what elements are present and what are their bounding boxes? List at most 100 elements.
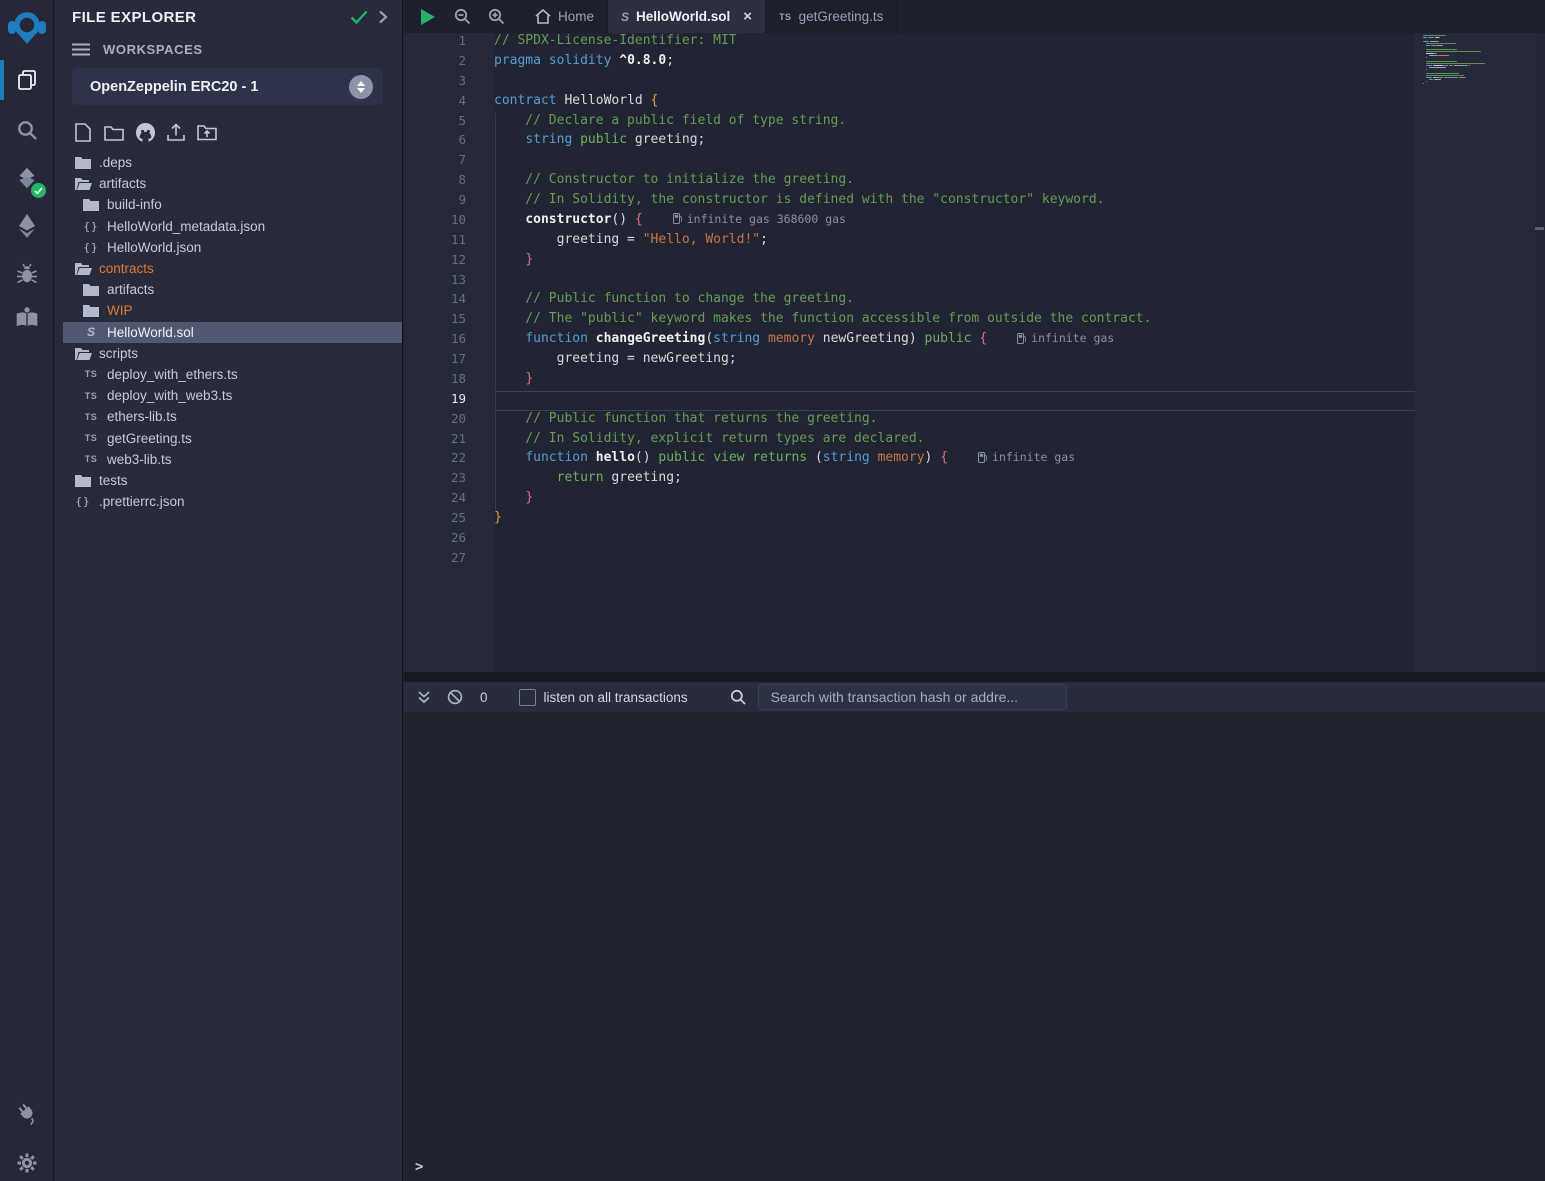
tree-item-HelloWorld.sol[interactable]: SHelloWorld.sol [63, 322, 402, 343]
hamburger-icon[interactable] [72, 43, 90, 56]
tree-item-label: getGreeting.ts [107, 431, 192, 446]
code-line-3 [494, 73, 1415, 93]
collapse-chevrons-icon [417, 690, 431, 704]
tree-item-HelloWorld.json[interactable]: {}HelloWorld.json [63, 237, 402, 258]
clone-git-button[interactable] [134, 121, 156, 143]
listen-transactions-label: listen on all transactions [544, 690, 688, 705]
tree-item-label: web3-lib.ts [107, 452, 172, 467]
tree-item-scripts[interactable]: scripts [63, 343, 402, 364]
tree-item-tests[interactable]: tests [63, 470, 402, 491]
sidebar-item-learneth[interactable] [0, 296, 54, 340]
upload-folder-button[interactable] [196, 121, 218, 143]
terminal-clear-button[interactable] [446, 688, 464, 706]
line-number: 11 [404, 232, 494, 252]
code-line-20: // Public function that returns the gree… [494, 411, 1415, 431]
gas-estimate-widget[interactable]: infinite gas [1017, 331, 1114, 345]
line-number: 22 [404, 450, 494, 470]
tree-item-deploy_with_web3.ts[interactable]: TS deploy_with_web3.ts [63, 385, 402, 406]
tree-item-deploy_with_ethers.ts[interactable]: TSdeploy_with_ethers.ts [63, 364, 402, 385]
tree-item-HelloWorld_metadata.json[interactable]: {}HelloWorld_metadata.json [63, 216, 402, 237]
file-explorer-icon [15, 68, 39, 92]
tree-item-artifacts[interactable]: artifacts [63, 279, 402, 300]
tree-item-label: ethers-lib.ts [107, 409, 177, 424]
listen-transactions-checkbox[interactable] [519, 689, 536, 706]
workspace-select[interactable]: OpenZeppelin ERC20 - 1 [72, 68, 383, 105]
gas-estimate-widget[interactable]: infinite gas 368600 gas [673, 212, 846, 226]
terminal-output[interactable]: > [404, 712, 1545, 1181]
editor-scrollbar[interactable] [1535, 33, 1545, 672]
json-file-icon: {} [75, 495, 90, 508]
sidebar-item-search[interactable] [0, 108, 54, 152]
sidebar-item-plugin-manager[interactable] [0, 1091, 54, 1135]
folder-icon [75, 474, 91, 487]
code-line-6: string public greeting; [494, 132, 1415, 152]
terminal-collapse-button[interactable] [415, 688, 433, 706]
play-icon [420, 8, 436, 26]
typescript-file-icon: TS [85, 391, 98, 401]
line-number: 23 [404, 470, 494, 490]
solidity-file-icon: S [621, 10, 629, 24]
new-folder-button[interactable] [103, 121, 125, 143]
run-script-button[interactable] [418, 7, 438, 27]
tree-item-build-info[interactable]: build-info [63, 194, 402, 215]
minimap-line [1423, 87, 1535, 89]
editor-area: HomeSHelloWorld.sol×TSgetGreeting.ts 123… [404, 0, 1545, 1181]
tree-item-label: .deps [99, 155, 132, 170]
tree-item-label: deploy_with_web3.ts [107, 388, 232, 403]
learneth-book-icon [14, 305, 40, 331]
upload-folder-icon [197, 123, 217, 141]
bug-icon [15, 262, 39, 286]
search-icon [730, 689, 746, 705]
line-number: 27 [404, 550, 494, 570]
minimap[interactable] [1415, 33, 1535, 672]
code-line-22: function hello() public view returns (st… [494, 450, 1415, 470]
tree-item-label: HelloWorld.json [107, 240, 201, 255]
tab-Home[interactable]: Home [522, 0, 608, 33]
tree-item-label: artifacts [99, 176, 146, 191]
zoom-out-button[interactable] [452, 7, 472, 27]
workspace-sort-icon[interactable] [349, 75, 373, 99]
tree-item-.deps[interactable]: .deps [63, 152, 402, 173]
tree-item-artifacts[interactable]: artifacts [63, 173, 402, 194]
terminal-toolbar: 0 listen on all transactions [404, 682, 1545, 712]
remix-logo-icon [6, 7, 48, 49]
terminal-resize-handle[interactable] [404, 672, 1545, 682]
sidebar-item-solidity-compiler[interactable] [0, 156, 54, 200]
tab-getGreeting.ts[interactable]: TSgetGreeting.ts [766, 0, 897, 33]
close-tab-icon[interactable]: × [743, 9, 752, 24]
sidebar-item-debugger[interactable] [0, 252, 54, 296]
tab-label: HelloWorld.sol [636, 9, 730, 24]
tree-item-.prettierrc.json[interactable]: {}.prettierrc.json [63, 491, 402, 512]
code-line-24: } [494, 490, 1415, 510]
sidebar-item-settings[interactable] [0, 1141, 54, 1181]
panel-expand-button[interactable] [378, 10, 388, 24]
code-line-7 [494, 152, 1415, 172]
tree-item-contracts[interactable]: contracts [63, 258, 402, 279]
terminal-prompt: > [415, 1159, 423, 1175]
tree-item-getGreeting.ts[interactable]: TSgetGreeting.ts [63, 427, 402, 448]
tabs: Home S HelloWorld.sol × TSgetGreeting.ts [522, 0, 897, 33]
gas-estimate-label: infinite gas 368600 gas [687, 212, 846, 226]
upload-file-button[interactable] [165, 121, 187, 143]
gas-pump-icon [1017, 333, 1026, 344]
sidebar-item-deploy-run[interactable] [0, 204, 54, 248]
line-number: 4 [404, 93, 494, 113]
tree-item-ethers-lib.ts[interactable]: TSethers-lib.ts [63, 406, 402, 427]
new-file-button[interactable] [72, 121, 94, 143]
code-line-26 [494, 530, 1415, 550]
gas-estimate-widget[interactable]: infinite gas [978, 450, 1075, 464]
tree-item-label: HelloWorld_metadata.json [107, 219, 265, 234]
sidebar-item-file-explorer[interactable] [0, 58, 54, 102]
tree-item-web3-lib.ts[interactable]: TSweb3-lib.ts [63, 449, 402, 470]
tree-item-WIP[interactable]: WIP [63, 300, 402, 321]
zoom-in-button[interactable] [486, 7, 506, 27]
line-number: 17 [404, 351, 494, 371]
terminal-search-input[interactable] [758, 684, 1067, 710]
tab-HelloWorld.sol[interactable]: S HelloWorld.sol × [608, 0, 766, 33]
remix-logo[interactable] [0, 4, 54, 52]
code-viewport[interactable]: // SPDX-License-Identifier: MITpragma so… [494, 33, 1415, 672]
panel-title: FILE EXPLORER [72, 9, 340, 26]
new-folder-icon [104, 124, 124, 141]
accept-button[interactable] [350, 10, 368, 24]
code-editor[interactable]: 1234567891011121314151617181920212223242… [404, 33, 1545, 672]
